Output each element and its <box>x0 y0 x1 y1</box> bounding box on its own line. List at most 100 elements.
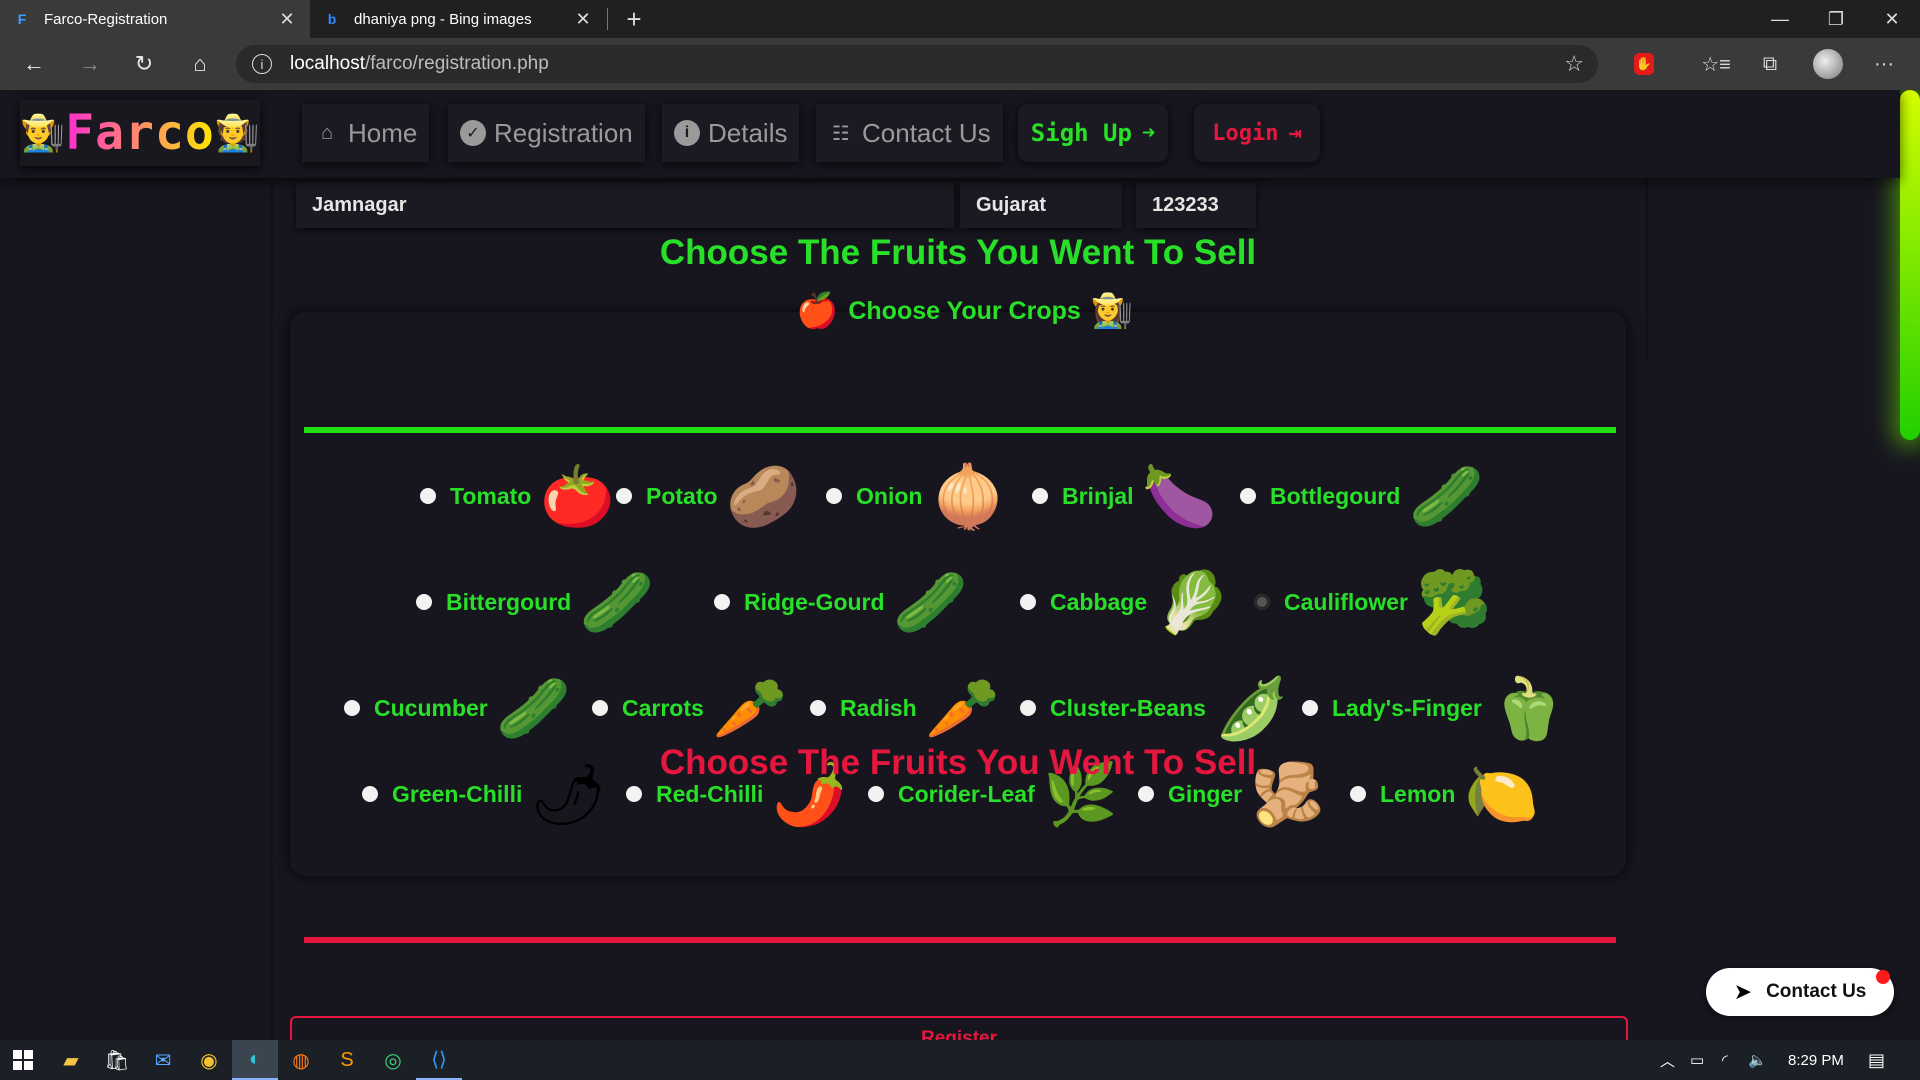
minimize-icon[interactable]: — <box>1752 0 1808 38</box>
radio-button[interactable] <box>714 594 730 610</box>
crop-option-cucumber[interactable]: Cucumber 🥒 <box>344 666 574 750</box>
sublime-icon[interactable]: S <box>324 1040 370 1080</box>
profile-avatar[interactable] <box>1812 48 1844 80</box>
second-section-title: Choose The Fruits You Went To Sell <box>659 743 1257 782</box>
crop-option-cluster-beans[interactable]: Cluster-Beans 🫛 <box>1020 666 1292 750</box>
site-logo[interactable]: 👨‍🌾 Farco 🧑‍🌾 <box>20 100 260 166</box>
refresh-icon[interactable]: ↻ <box>126 46 162 82</box>
crop-label: Ridge-Gourd <box>744 588 885 615</box>
radio-button[interactable] <box>362 786 378 802</box>
state-field[interactable]: Gujarat <box>960 182 1122 228</box>
site-info-icon[interactable]: i <box>252 54 272 74</box>
favorites-list-icon[interactable]: ☆≡ <box>1700 48 1732 80</box>
more-menu-icon[interactable]: ··· <box>1868 48 1900 80</box>
ridgegourd-icon: 🥒 <box>893 568 968 636</box>
crop-label: Lemon <box>1380 780 1456 807</box>
radio-button[interactable] <box>868 786 884 802</box>
radio-button[interactable] <box>626 786 642 802</box>
pincode-value: 123233 <box>1152 193 1219 216</box>
login-button[interactable]: Login ⇥ <box>1194 104 1320 162</box>
app-globe-icon[interactable]: ◎ <box>370 1040 416 1080</box>
favorite-star-icon[interactable]: ☆ <box>1564 51 1584 77</box>
nav-contact-label: Contact Us <box>862 117 991 148</box>
windows-start-icon[interactable] <box>0 1040 46 1080</box>
file-explorer-icon[interactable]: ▰ <box>48 1040 94 1080</box>
clock[interactable]: 8:29 PM <box>1788 1040 1844 1080</box>
nav-contact-us[interactable]: ☷ Contact Us <box>816 104 1003 162</box>
radio-button[interactable] <box>810 700 826 716</box>
collections-icon[interactable]: ⧉ <box>1754 48 1786 80</box>
crop-label: Cucumber <box>374 694 488 721</box>
nav-home[interactable]: ⌂ Home <box>302 104 430 162</box>
crop-option-radish[interactable]: Radish 🥕 <box>810 666 1003 750</box>
close-icon[interactable]: ✕ <box>572 9 594 30</box>
battery-icon[interactable]: ▭ <box>1690 1040 1704 1080</box>
city-field[interactable]: Jamnagar <box>296 182 954 228</box>
home-icon: ⌂ <box>320 121 334 144</box>
radio-button[interactable] <box>1032 488 1048 504</box>
crop-option-potato[interactable]: Potato 🥔 <box>616 454 804 538</box>
restore-icon[interactable]: ❐ <box>1808 0 1864 38</box>
crop-label: Bottlegourd <box>1270 482 1401 509</box>
apple-icon: 🍎 <box>796 292 839 330</box>
tab-bing-images[interactable]: b dhaniya png - Bing images ✕ <box>310 0 606 38</box>
floating-contact-button[interactable]: ➤ Contact Us <box>1706 968 1894 1016</box>
crop-option-cabbage[interactable]: Cabbage 🥬 <box>1020 560 1233 644</box>
radio-button[interactable] <box>616 488 632 504</box>
radio-button[interactable] <box>344 700 360 716</box>
radio-button[interactable] <box>1240 488 1256 504</box>
farmer-crate-icon: 🧑‍🌾 <box>214 112 260 153</box>
edge-icon[interactable]: ◐ <box>232 1040 278 1080</box>
radio-button[interactable] <box>1302 700 1318 716</box>
new-tab-plus-icon[interactable]: + <box>616 0 652 38</box>
bottlegourd-icon: 🥒 <box>1408 462 1484 530</box>
nav-registration[interactable]: ✓ Registration <box>448 104 645 162</box>
extension-shield-icon[interactable]: ✋ <box>1628 48 1660 80</box>
crop-option-brinjal[interactable]: Brinjal 🍆 <box>1032 454 1220 538</box>
wifi-icon[interactable]: ◜ <box>1722 1040 1728 1080</box>
page-viewport: 👨‍🌾 Farco 🧑‍🌾 ⌂ Home ✓ Registration i De… <box>0 90 1920 1040</box>
window-close-icon[interactable]: ✕ <box>1864 0 1920 38</box>
vscode-icon[interactable]: ⟨⟩ <box>416 1040 462 1080</box>
crop-option-ridgegourd[interactable]: Ridge-Gourd 🥒 <box>714 560 971 644</box>
paper-plane-icon: ➤ <box>1733 979 1753 1004</box>
notifications-icon[interactable]: ▤ <box>1868 1040 1885 1080</box>
home-icon[interactable]: ⌂ <box>182 46 218 82</box>
chrome-icon[interactable]: ◉ <box>186 1040 232 1080</box>
crop-option-onion[interactable]: Onion 🧅 <box>826 454 1008 538</box>
tray-chevron-icon[interactable]: ︿ <box>1660 1040 1675 1080</box>
firefox-icon[interactable]: ◍ <box>278 1040 324 1080</box>
floating-contact-label: Contact Us <box>1766 981 1867 1002</box>
close-icon[interactable]: ✕ <box>276 9 298 30</box>
crop-label: Brinjal <box>1062 482 1134 509</box>
radio-button-selected[interactable] <box>1254 594 1270 610</box>
radio-button[interactable] <box>1350 786 1366 802</box>
register-button[interactable]: Register <box>290 1016 1628 1040</box>
tab-farco-registration[interactable]: F Farco-Registration ✕ <box>0 0 310 38</box>
forward-arrow-icon[interactable]: → <box>72 46 108 82</box>
back-arrow-icon[interactable]: ← <box>16 46 52 82</box>
radio-button[interactable] <box>826 488 842 504</box>
radio-button[interactable] <box>420 488 436 504</box>
login-label: Login <box>1212 120 1279 146</box>
radio-button[interactable] <box>1020 594 1036 610</box>
pincode-field[interactable]: 123233 <box>1136 182 1256 228</box>
address-bar[interactable]: i localhost/farco/registration.php ☆ <box>236 45 1598 83</box>
radio-button[interactable] <box>416 594 432 610</box>
scroll-indicator[interactable] <box>1900 90 1920 440</box>
signup-button[interactable]: Sigh Up ➜ <box>1018 104 1168 162</box>
store-icon[interactable]: 🛍 <box>94 1040 140 1080</box>
nav-details[interactable]: i Details <box>662 104 800 162</box>
radio-button[interactable] <box>1020 700 1036 716</box>
volume-icon[interactable]: 🔈 <box>1748 1040 1767 1080</box>
crop-option-ladys-finger[interactable]: Lady's-Finger 🫑 <box>1302 666 1568 750</box>
mail-icon[interactable]: ✉ <box>140 1040 186 1080</box>
crop-option-bottlegourd[interactable]: Bottlegourd 🥒 <box>1240 454 1486 538</box>
crop-option-carrots[interactable]: Carrots 🥕 <box>592 666 790 750</box>
nav-details-label: Details <box>708 117 788 148</box>
crop-option-cauliflower[interactable]: Cauliflower 🥦 <box>1254 560 1494 644</box>
radio-button[interactable] <box>1138 786 1154 802</box>
crop-option-bittergourd[interactable]: Bittergourd 🥒 <box>416 560 657 644</box>
crop-option-tomato[interactable]: Tomato 🍅 <box>420 454 617 538</box>
radio-button[interactable] <box>592 700 608 716</box>
